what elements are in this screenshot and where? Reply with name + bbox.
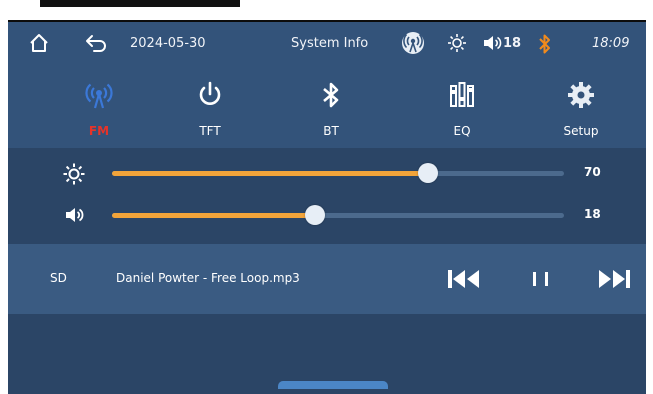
volume-icon — [63, 205, 85, 229]
status-clock: 18:09 — [592, 36, 630, 51]
status-bar: 2024-05-30 System Info 18 18:09 — [8, 22, 646, 66]
volume-status-icon — [482, 34, 502, 56]
brightness-slider[interactable] — [112, 163, 564, 183]
tab-tft-label: TFT — [199, 124, 221, 138]
pause-button[interactable] — [528, 262, 554, 296]
pause-icon — [533, 272, 548, 286]
status-volume: 18 — [503, 36, 522, 51]
volume-slider-fill — [112, 213, 316, 218]
settings-sliders: 70 18 — [8, 148, 646, 244]
volume-slider[interactable] — [112, 205, 564, 225]
bluetooth-icon — [323, 82, 339, 108]
home-icon[interactable] — [28, 32, 50, 58]
function-tabs: FM TFT BT EQ Setup — [8, 66, 646, 148]
next-track-button[interactable] — [596, 262, 634, 296]
tab-tft[interactable]: TFT — [165, 74, 255, 144]
radio-signal-icon — [85, 83, 113, 109]
volume-row: 18 — [8, 200, 646, 230]
tab-fm-label: FM — [88, 124, 110, 138]
pull-up-handle[interactable] — [278, 381, 388, 389]
volume-value: 18 — [584, 207, 601, 221]
brightness-slider-handle[interactable] — [418, 163, 439, 183]
bluetooth-status-icon — [538, 33, 552, 59]
volume-slider-handle[interactable] — [305, 205, 326, 225]
previous-track-button[interactable] — [446, 262, 482, 296]
bottom-area — [8, 314, 646, 394]
tab-eq[interactable]: EQ — [417, 74, 507, 144]
brightness-row: 70 — [8, 158, 646, 188]
equalizer-icon — [450, 82, 474, 107]
status-title: System Info — [291, 36, 369, 51]
head-unit-screen: 2024-05-30 System Info 18 18:09 FM TFT B… — [8, 20, 646, 394]
device-bezel — [0, 0, 653, 20]
tab-fm[interactable]: FM — [54, 74, 144, 144]
tab-setup[interactable]: Setup — [536, 74, 626, 144]
media-player-bar: SD Daniel Powter - Free Loop.mp3 — [8, 244, 646, 314]
gear-icon — [568, 82, 594, 108]
media-source: SD — [50, 271, 67, 285]
tab-eq-label: EQ — [453, 124, 471, 138]
tab-setup-label: Setup — [563, 124, 599, 138]
radio-status-icon — [400, 30, 426, 60]
brightness-slider-fill — [112, 171, 429, 176]
brightness-value: 70 — [584, 165, 601, 179]
brightness-icon — [63, 163, 85, 189]
power-icon — [199, 81, 221, 105]
back-icon[interactable] — [84, 32, 108, 58]
tab-bt[interactable]: BT — [286, 74, 376, 144]
skip-back-icon — [448, 270, 479, 288]
track-title: Daniel Powter - Free Loop.mp3 — [116, 271, 300, 285]
status-date: 2024-05-30 — [130, 36, 206, 51]
tab-bt-label: BT — [323, 124, 339, 138]
skip-forward-icon — [599, 270, 630, 288]
brightness-status-icon — [447, 33, 467, 57]
